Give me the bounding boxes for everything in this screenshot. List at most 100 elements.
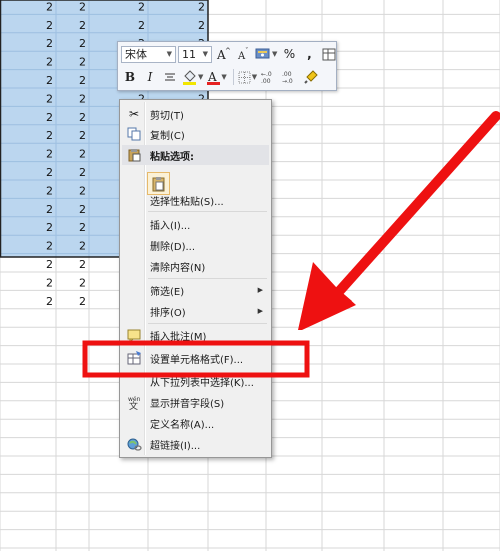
align-center-icon: [165, 73, 175, 80]
cell-value: 2: [46, 129, 53, 142]
table-format-icon: [322, 48, 336, 60]
comma-style-button[interactable]: ,: [300, 45, 318, 63]
menu-item-hyperlink[interactable]: 超链接(I)...: [122, 434, 269, 454]
cell-value: 2: [79, 92, 86, 105]
cell-value: 2: [46, 111, 53, 124]
cell-value: 2: [79, 184, 86, 197]
accounting-format-icon: [255, 48, 270, 59]
menu-item-paste-special[interactable]: 选择性粘贴(S)...: [122, 190, 269, 210]
svg-text:ˇ: ˇ: [245, 47, 249, 55]
svg-text:文: 文: [129, 400, 138, 410]
svg-text:→.0: →.0: [282, 78, 293, 84]
menu-item-insert[interactable]: 插入(I)...: [122, 214, 269, 234]
menu-item-sort[interactable]: 排序(O) ▶: [122, 301, 269, 321]
increase-font-button[interactable]: A ^: [214, 45, 232, 63]
phonetic-icon: wén 文: [126, 394, 142, 410]
chevron-down-icon: ▼: [221, 73, 227, 81]
font-name-combo[interactable]: 宋体 ▼: [121, 45, 176, 63]
svg-text:.00: .00: [261, 78, 271, 84]
submenu-arrow-icon: ▶: [257, 307, 263, 315]
cell-value: 2: [198, 19, 205, 32]
cell-value: 2: [79, 148, 86, 161]
cell-value: 2: [79, 166, 86, 179]
chevron-down-icon: ▼: [198, 73, 204, 81]
menu-item-label: 筛选(E): [150, 286, 185, 298]
cell-value: 2: [79, 295, 86, 308]
cell-value: 2: [46, 92, 53, 105]
menu-item-copy[interactable]: 复制(C): [122, 124, 269, 144]
cell-value: 2: [79, 74, 86, 87]
menu-item-show-phonetic[interactable]: wén 文 显示拼音字段(S): [122, 392, 269, 412]
menu-item-label: 删除(D)...: [150, 241, 196, 253]
cell-value: 2: [46, 148, 53, 161]
menu-item-label: 从下拉列表中选择(K)...: [150, 377, 254, 389]
number-format-button[interactable]: ▼: [254, 45, 278, 63]
menu-item-label: 选择性粘贴(S)...: [150, 196, 224, 208]
menu-item-delete[interactable]: 删除(D)...: [122, 235, 269, 255]
font-size-combo[interactable]: 11 ▼: [178, 45, 212, 63]
menu-item-label: 设置单元格格式(F)...: [150, 354, 244, 366]
font-color-button[interactable]: A ▼: [206, 68, 227, 86]
menu-item-label: 定义名称(A)...: [150, 419, 215, 431]
menu-item-label: 超链接(I)...: [150, 440, 201, 452]
svg-text:←.0: ←.0: [261, 71, 272, 78]
cell-value: 2: [46, 203, 53, 216]
comment-icon: [126, 327, 142, 343]
copy-icon: [126, 126, 142, 142]
cell-value: 2: [46, 166, 53, 179]
mini-toolbar: 宋体 ▼ 11 ▼ A ^ Aˇ ▼ % , B I ▼ A ▼ ▼ ←.0 .…: [117, 41, 337, 91]
font-name-value: 宋体: [125, 48, 147, 61]
toolbar-separator: [232, 69, 234, 85]
cell-value: 2: [46, 184, 53, 197]
decrease-font-button[interactable]: Aˇ: [234, 45, 252, 63]
cell-value: 2: [79, 221, 86, 234]
decrease-font-icon: Aˇ: [237, 47, 249, 61]
italic-button[interactable]: I: [141, 68, 159, 86]
menu-item-cut[interactable]: ✂ 剪切(T): [122, 104, 269, 124]
menu-item-label: 排序(O): [150, 307, 186, 319]
cell-value: 2: [79, 240, 86, 253]
borders-button[interactable]: ▼: [237, 68, 258, 86]
chevron-down-icon: ▼: [251, 73, 258, 81]
menu-item-label: 粘贴选项:: [150, 151, 194, 163]
borders-icon: [238, 71, 251, 83]
cell-value: 2: [79, 111, 86, 124]
cell-value: 2: [79, 19, 86, 32]
increase-decimal-button[interactable]: ←.0.00: [260, 68, 279, 86]
chevron-down-icon: ▼: [202, 50, 208, 58]
format-painter-toolbar-button[interactable]: [320, 45, 338, 63]
paste-icon: [126, 147, 142, 163]
cell-value: 2: [79, 37, 86, 50]
cell-value: 2: [79, 203, 86, 216]
percent-style-button[interactable]: %: [280, 45, 298, 63]
cell-value: 2: [46, 19, 53, 32]
menu-item-define-name[interactable]: 定义名称(A)...: [122, 413, 269, 433]
menu-separator: [148, 278, 267, 279]
menu-item-pick-from-list[interactable]: 从下拉列表中选择(K)...: [122, 371, 269, 391]
menu-item-insert-comment[interactable]: 插入批注(M): [122, 325, 269, 345]
menu-item-label: 复制(C): [150, 130, 185, 142]
decrease-decimal-button[interactable]: .00 →.0: [281, 68, 300, 86]
cell-value: 2: [138, 0, 145, 13]
chevron-down-icon: ▼: [272, 50, 278, 58]
cell-value: 2: [46, 221, 53, 234]
format-painter-button[interactable]: [302, 68, 320, 86]
center-align-button[interactable]: [161, 68, 179, 86]
bold-button[interactable]: B: [121, 68, 139, 86]
menu-item-label: 显示拼音字段(S): [150, 398, 225, 410]
menu-item-format-cells[interactable]: 设置单元格格式(F)...: [122, 348, 269, 368]
increase-decimal-icon: ←.0.00: [261, 71, 272, 84]
context-menu: ✂ 剪切(T) 复制(C) 粘贴选项: 选择性粘贴(S)... 插入(I)...…: [119, 99, 272, 458]
menu-item-filter[interactable]: 筛选(E) ▶: [122, 280, 269, 300]
mini-toolbar-row-1: 宋体 ▼ 11 ▼ A ^ Aˇ ▼ % ,: [121, 44, 340, 64]
fill-color-button[interactable]: ▼: [181, 68, 204, 86]
hyperlink-icon: [126, 436, 142, 452]
format-cells-icon: [126, 350, 142, 366]
menu-separator: [148, 323, 267, 324]
menu-item-clear-contents[interactable]: 清除内容(N): [122, 256, 269, 276]
cell-value: 2: [46, 258, 53, 271]
svg-text:.00: .00: [282, 71, 292, 78]
scissors-icon: ✂: [128, 107, 140, 121]
cell-value: 2: [138, 19, 145, 32]
svg-text:^: ^: [225, 47, 230, 55]
